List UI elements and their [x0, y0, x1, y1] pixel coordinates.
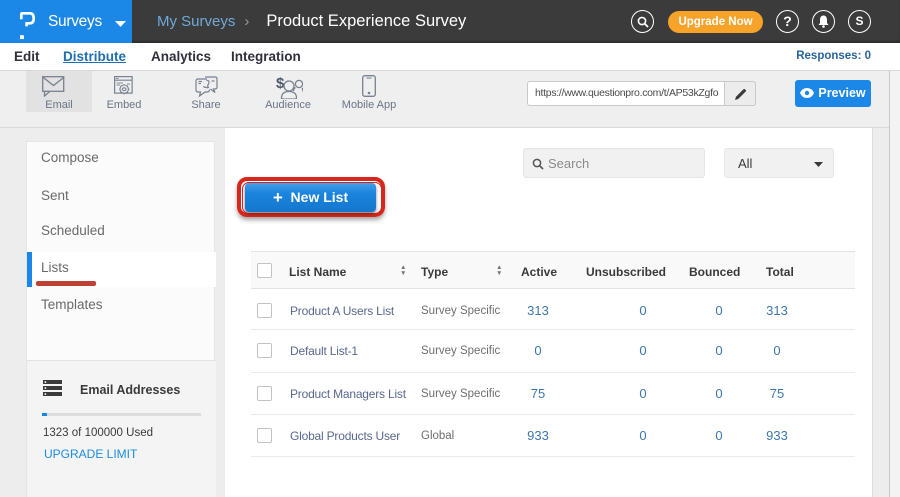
- svg-text:$: $: [276, 75, 285, 92]
